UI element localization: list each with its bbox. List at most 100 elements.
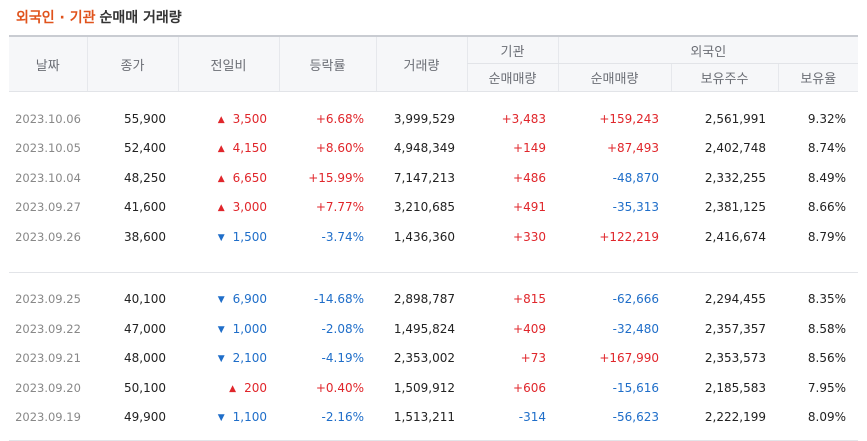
table-header: 날짜 종가 전일비 등락률 거래량 기관 외국인 순매매량 순매매량 보유주수 … xyxy=(9,35,859,92)
cell-inst-net: +330 xyxy=(513,229,546,244)
cell-holding-ratio: 8.58% xyxy=(807,321,847,336)
cell-change: ▲ 4,150 xyxy=(178,134,279,164)
cell-volume: 1,495,824 xyxy=(393,321,455,336)
change-value: 2,100 xyxy=(232,351,267,366)
cell-date: 2023.09.27 xyxy=(15,200,81,215)
cell-inst-net: +3,483 xyxy=(501,111,546,126)
cell-rate: -14.68% xyxy=(313,292,364,307)
cell-foreign-net: +87,493 xyxy=(606,141,659,156)
cell-date: 2023.10.05 xyxy=(15,141,81,156)
header-inst-net: 순매매량 xyxy=(466,63,558,92)
cell-inst-net: +409 xyxy=(513,321,546,336)
cell-foreign-net: +122,219 xyxy=(599,229,659,244)
cell-inst-net: +491 xyxy=(513,200,546,215)
cell-close: 47,000 xyxy=(124,321,166,336)
triangle-up-icon: ▲ xyxy=(217,203,225,214)
change-value: 1,100 xyxy=(232,410,267,425)
cell-rate: +0.40% xyxy=(315,380,364,395)
cell-change: ▼ 1,100 xyxy=(178,403,279,433)
cell-holdings: 2,294,455 xyxy=(704,292,766,307)
cell-close: 41,600 xyxy=(124,200,166,215)
cell-change: ▲ 200 xyxy=(178,373,279,403)
cell-change: ▲ 3,000 xyxy=(178,193,279,223)
triangle-up-icon: ▲ xyxy=(217,173,225,184)
section-title: 외국인 · 기관 순매매 거래량 xyxy=(16,8,182,28)
triangle-down-icon: ▼ xyxy=(217,232,225,243)
cell-close: 40,100 xyxy=(124,292,166,307)
cell-close: 50,100 xyxy=(124,380,166,395)
table-row: 2023.09.22 47,000 ▼ 1,000 -2.08% 1,495,824 +40… xyxy=(9,314,858,344)
cell-foreign-net: +167,990 xyxy=(599,351,659,366)
table-body: 2023.10.06 55,900 ▲ 3,500 +6.68% 3,999,529 +3,… xyxy=(9,92,859,441)
row-spacer xyxy=(9,251,859,273)
header-holdings: 보유주수 xyxy=(670,63,778,92)
cell-foreign-net: -48,870 xyxy=(612,170,659,185)
change-value: 1,000 xyxy=(232,321,267,336)
cell-date: 2023.09.26 xyxy=(15,229,81,244)
investor-trading-table: 날짜 종가 전일비 등락률 거래량 기관 외국인 순매매량 순매매량 보유주수 … xyxy=(9,35,859,441)
cell-rate: +7.77% xyxy=(315,200,364,215)
change-value: 6,900 xyxy=(232,292,267,307)
change-value: 200 xyxy=(244,380,267,395)
cell-foreign-net: -35,313 xyxy=(612,200,659,215)
cell-foreign-net: -32,480 xyxy=(612,321,659,336)
cell-rate: +8.60% xyxy=(315,141,364,156)
cell-date: 2023.09.25 xyxy=(15,292,81,307)
header-volume: 거래량 xyxy=(375,35,467,92)
cell-inst-net: +486 xyxy=(513,170,546,185)
row-spacer-cell xyxy=(9,92,858,105)
cell-holding-ratio: 8.35% xyxy=(807,292,847,307)
triangle-up-icon: ▲ xyxy=(229,383,237,394)
cell-holdings: 2,353,573 xyxy=(704,351,766,366)
cell-foreign-net: -15,616 xyxy=(612,380,659,395)
table-row: 2023.09.25 40,100 ▼ 6,900 -14.68% 2,898,787 +8… xyxy=(9,285,858,315)
cell-date: 2023.10.06 xyxy=(15,111,81,126)
cell-change: ▼ 1,500 xyxy=(178,222,279,252)
cell-volume: 2,898,787 xyxy=(393,292,455,307)
header-institution: 기관 xyxy=(466,35,558,64)
header-foreign: 외국인 xyxy=(557,35,859,64)
section-title-rest: 순매매 거래량 xyxy=(99,10,182,26)
cell-change: ▼ 2,100 xyxy=(178,344,279,374)
table-row: 2023.10.06 55,900 ▲ 3,500 +6.68% 3,999,529 +3,… xyxy=(9,104,858,134)
table-row: 2023.10.04 48,250 ▲ 6,650 +15.99% 7,147,213 +4… xyxy=(9,163,858,193)
cell-date: 2023.09.22 xyxy=(15,321,81,336)
cell-volume: 2,353,002 xyxy=(393,351,455,366)
row-spacer-cell xyxy=(9,272,858,285)
header-close: 종가 xyxy=(86,35,178,92)
cell-holding-ratio: 8.66% xyxy=(807,200,847,215)
cell-date: 2023.10.04 xyxy=(15,170,81,185)
triangle-up-icon: ▲ xyxy=(217,144,225,155)
cell-holding-ratio: 8.09% xyxy=(807,410,847,425)
cell-holding-ratio: 8.74% xyxy=(807,141,847,156)
cell-holding-ratio: 9.32% xyxy=(807,111,847,126)
cell-foreign-net: +159,243 xyxy=(599,111,659,126)
cell-close: 48,250 xyxy=(124,170,166,185)
cell-volume: 7,147,213 xyxy=(393,170,455,185)
triangle-down-icon: ▼ xyxy=(217,324,225,335)
cell-close: 48,000 xyxy=(124,351,166,366)
table-row: 2023.09.19 49,900 ▼ 1,100 -2.16% 1,513,211 -31… xyxy=(9,403,858,433)
cell-holdings: 2,561,991 xyxy=(704,111,766,126)
cell-holding-ratio: 8.49% xyxy=(807,170,847,185)
table-row: 2023.10.05 52,400 ▲ 4,150 +8.60% 4,948,349 +14… xyxy=(9,134,858,164)
triangle-up-icon: ▲ xyxy=(217,114,225,125)
cell-foreign-net: -56,623 xyxy=(612,410,659,425)
row-spacer xyxy=(9,432,859,441)
cell-close: 55,900 xyxy=(124,111,166,126)
cell-volume: 1,436,360 xyxy=(393,229,455,244)
cell-inst-net: +73 xyxy=(520,351,546,366)
cell-rate: -2.08% xyxy=(321,321,364,336)
change-value: 3,000 xyxy=(232,200,267,215)
cell-holdings: 2,332,255 xyxy=(704,170,766,185)
change-value: 6,650 xyxy=(232,170,267,185)
cell-holdings: 2,185,583 xyxy=(704,380,766,395)
cell-change: ▲ 3,500 xyxy=(178,104,279,134)
change-value: 4,150 xyxy=(232,141,267,156)
cell-rate: -4.19% xyxy=(321,351,364,366)
cell-inst-net: +815 xyxy=(513,292,546,307)
cell-volume: 1,513,211 xyxy=(393,410,455,425)
change-value: 1,500 xyxy=(232,229,267,244)
cell-rate: -2.16% xyxy=(321,410,364,425)
cell-holding-ratio: 7.95% xyxy=(807,380,847,395)
